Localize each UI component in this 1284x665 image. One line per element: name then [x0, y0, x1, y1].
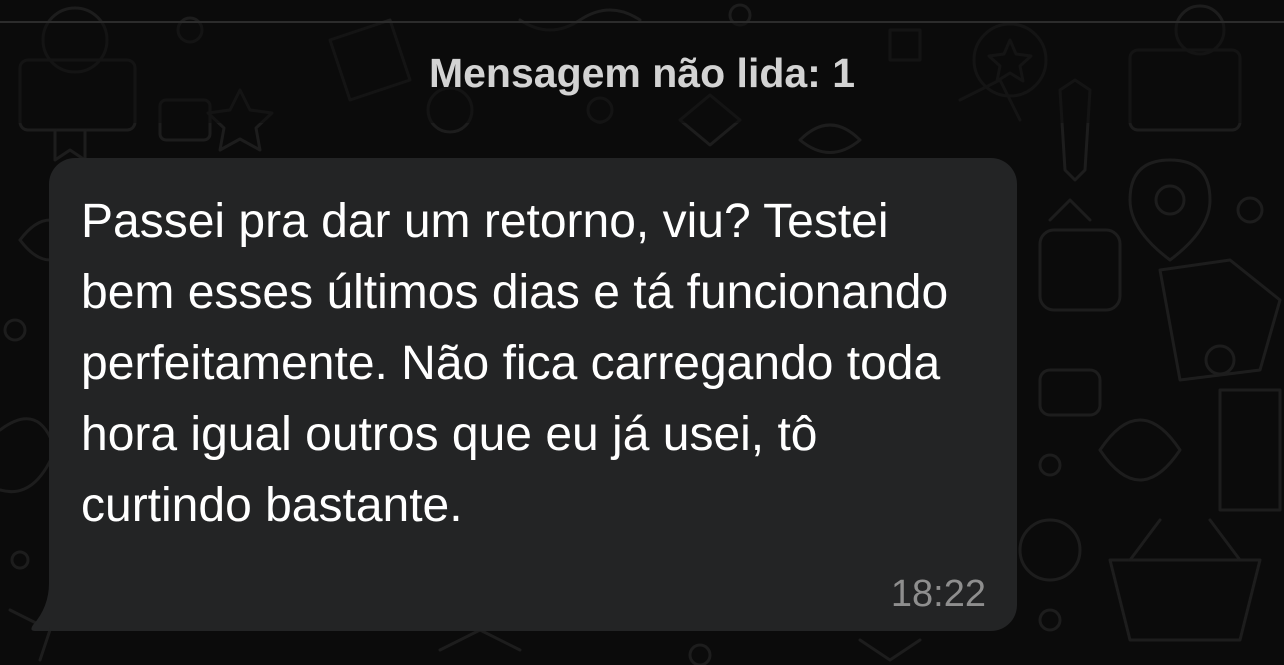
- unread-messages-label: Mensagem não lida: 1: [0, 48, 1284, 98]
- message-text: Passei pra dar um retorno, viu? Testei b…: [81, 195, 949, 532]
- unread-messages-text: Mensagem não lida: 1: [428, 50, 856, 96]
- chat-screen: Mensagem não lida: 1 Passei pra dar um r…: [0, 0, 1284, 665]
- message-timestamp: 18:22: [890, 573, 986, 615]
